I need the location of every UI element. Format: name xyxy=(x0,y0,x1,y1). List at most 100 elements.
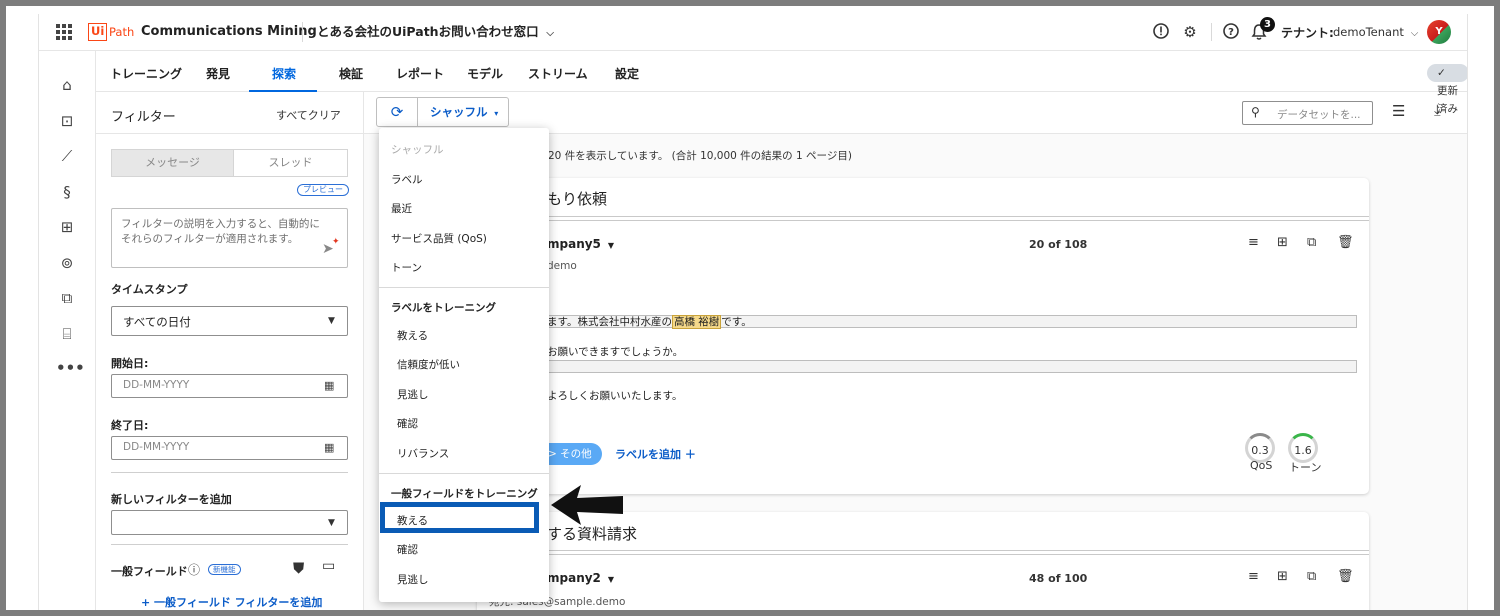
tab-reports[interactable]: レポート xyxy=(396,65,444,82)
start-date-label: 開始日: xyxy=(111,357,149,370)
menu-item-tone[interactable]: トーン xyxy=(391,260,561,275)
add-general-field-filter-button[interactable]: + 一般フィールド フィルターを追加 xyxy=(141,594,322,610)
alert-icon[interactable] xyxy=(1151,22,1171,42)
source-icon[interactable]: ⊚ xyxy=(56,252,78,274)
refresh-icon[interactable]: ⟳ xyxy=(376,97,418,127)
gear-icon[interactable]: ⚙ xyxy=(1180,22,1200,42)
end-date-placeholder: DD-MM-YYYY xyxy=(123,441,190,453)
calendar-icon[interactable]: ▦ xyxy=(324,379,334,392)
monitor-icon[interactable]: ▭ xyxy=(322,558,335,574)
message-thread-toggle: メッセージ スレッド xyxy=(111,149,348,177)
highlighted-entity[interactable]: 高橋 裕樹 xyxy=(671,315,722,329)
download-icon[interactable]: ⤓ xyxy=(1434,101,1441,119)
tab-streams[interactable]: ストリーム xyxy=(528,65,588,82)
caret-down-icon: ▾ xyxy=(491,109,499,118)
stream-icon[interactable]: § xyxy=(56,181,78,203)
tab-validation[interactable]: 検証 xyxy=(339,65,363,82)
menu-item-shuffle: シャッフル xyxy=(391,144,444,156)
general-field-label: 一般フィールド xyxy=(111,565,188,578)
clear-all-button[interactable]: すべてクリア xyxy=(276,107,341,123)
tab-bar: トレーニング 発見 探索 検証 レポート モデル ストリーム 設定 ✓ 更新済み xyxy=(96,51,1467,115)
app-launcher-icon[interactable] xyxy=(56,24,72,40)
message-toggle-option[interactable]: メッセージ xyxy=(112,150,234,176)
dataset-selector[interactable]: とある会社のUiPathお問い合わせ窓口 ⌵ xyxy=(317,23,554,43)
table-icon[interactable]: ⊞ xyxy=(1277,569,1288,584)
chart-icon[interactable]: ⟋ xyxy=(56,145,78,167)
dataset-icon[interactable]: ⊡ xyxy=(56,110,78,132)
caret-down-icon: ▼ xyxy=(605,575,615,584)
end-date-input[interactable]: DD-MM-YYYY ▦ xyxy=(111,436,348,460)
search-placeholder: データセットを... xyxy=(1277,109,1361,121)
message-line: ます。株式会社中村水産の 高橋 裕樹 です。 xyxy=(547,314,752,329)
svg-text:?: ? xyxy=(1228,27,1234,38)
caret-down-icon: ▼ xyxy=(605,241,615,250)
menu-item-check-general-fields[interactable]: 確認 xyxy=(397,542,567,557)
menu-item-label[interactable]: ラベル xyxy=(391,172,561,187)
new-filter-label: 新しいフィルターを追加 xyxy=(111,493,232,506)
trash-icon[interactable]: 🗑 xyxy=(1337,235,1354,250)
tenant-selector[interactable]: demoTenant ⌵ xyxy=(1333,25,1418,39)
tab-settings[interactable]: 設定 xyxy=(615,65,639,82)
lines-icon[interactable]: ≡ xyxy=(1248,569,1259,584)
open-external-icon[interactable]: ⧉ xyxy=(1307,235,1316,250)
menu-item-rebalance[interactable]: リバランス xyxy=(397,446,567,461)
menu-item-check[interactable]: 確認 xyxy=(397,416,567,431)
more-icon[interactable]: ••• xyxy=(56,357,85,379)
menu-item-missed[interactable]: 見逃し xyxy=(397,387,567,402)
caret-down-icon: ▼ xyxy=(328,518,335,528)
menu-item-low-confidence[interactable]: 信頼度が低い xyxy=(397,357,567,372)
integration-icon[interactable]: ⧉ xyxy=(56,287,78,309)
open-external-icon[interactable]: ⧉ xyxy=(1307,569,1316,584)
shield-icon[interactable]: ⛊ xyxy=(293,559,304,577)
table-icon[interactable]: ⊞ xyxy=(1277,235,1288,250)
dataset-search-input[interactable]: ⚲ データセットを... xyxy=(1242,101,1373,125)
calendar-icon[interactable]: ▦ xyxy=(324,441,334,454)
app-window: Ui Path Communications Mining とある会社のUiPa… xyxy=(38,14,1468,610)
menu-item-recent[interactable]: 最近 xyxy=(391,201,561,216)
dataset-name: とある会社のUiPathお問い合わせ窓口 xyxy=(317,24,539,39)
avatar[interactable]: Y xyxy=(1427,20,1451,44)
add-label-button[interactable]: ラベルを追加 ＋ xyxy=(615,446,696,462)
thread-counter: 48 of 100 xyxy=(1029,572,1088,585)
help-icon[interactable]: ⓘ xyxy=(188,561,200,578)
start-date-input[interactable]: DD-MM-YYYY ▦ xyxy=(111,374,348,398)
lines-icon[interactable]: ≡ xyxy=(1248,235,1259,250)
menu-item-qos[interactable]: サービス品質 (QoS) xyxy=(391,231,561,246)
bucket-icon[interactable]: ⌸ xyxy=(56,323,78,345)
list-view-icon[interactable]: ☰ xyxy=(1392,102,1405,120)
line-text: です。 xyxy=(721,316,752,328)
message-line: お願いできますでしょうか。 xyxy=(547,346,684,358)
tone-label: トーン xyxy=(1289,461,1322,474)
timestamp-select[interactable]: すべての日付 ▼ xyxy=(111,306,348,336)
filter-description-input[interactable]: フィルターの説明を入力すると、自動的にそれらのフィルターが適用されます。 ➤ ✦ xyxy=(111,208,348,268)
shuffle-dropdown-button[interactable]: シャッフル ▾ xyxy=(417,97,509,127)
trash-icon[interactable]: 🗑 xyxy=(1337,569,1354,584)
chevron-down-icon: ⌵ xyxy=(542,28,554,39)
filter-header: フィルター すべてクリア xyxy=(96,92,364,134)
ai-send-icon[interactable]: ➤ ✦ xyxy=(322,237,340,257)
shuffle-label: シャッフル xyxy=(430,105,488,119)
annotation-highlight-box xyxy=(380,502,539,533)
thread-toggle-option[interactable]: スレッド xyxy=(234,150,347,176)
tenant-name: demoTenant xyxy=(1333,25,1404,39)
tab-models[interactable]: モデル xyxy=(467,65,503,82)
tone-value: 1.6 xyxy=(1294,444,1312,457)
home-icon[interactable]: ⌂ xyxy=(56,74,78,96)
results-info: 20 件を表示しています。 (合計 10,000 件の結果の 1 ページ目) xyxy=(548,150,852,162)
message-card: もり依頼 mpany5 ▼ 20 of 108 ≡ ⊞ ⧉ 🗑 demo ます。… xyxy=(477,178,1369,494)
menu-item-missed-general-fields[interactable]: 見逃し xyxy=(397,572,567,587)
tab-explore[interactable]: 探索 xyxy=(272,65,296,82)
divider xyxy=(111,472,348,473)
help-icon[interactable]: ? xyxy=(1221,22,1241,42)
tab-training[interactable]: トレーニング xyxy=(110,65,182,82)
divider xyxy=(111,544,348,545)
tab-discover[interactable]: 発見 xyxy=(206,65,230,82)
apps-icon[interactable]: ⊞ xyxy=(56,216,78,238)
divider xyxy=(477,550,1369,555)
uipath-logo-text: Path xyxy=(109,25,135,39)
new-filter-select[interactable]: ▼ xyxy=(111,510,348,535)
sentence-box xyxy=(539,360,1357,373)
filter-title: フィルター xyxy=(111,110,176,125)
menu-item-teach[interactable]: 教える xyxy=(397,328,567,343)
line-text: ます。株式会社中村水産の xyxy=(547,316,672,328)
